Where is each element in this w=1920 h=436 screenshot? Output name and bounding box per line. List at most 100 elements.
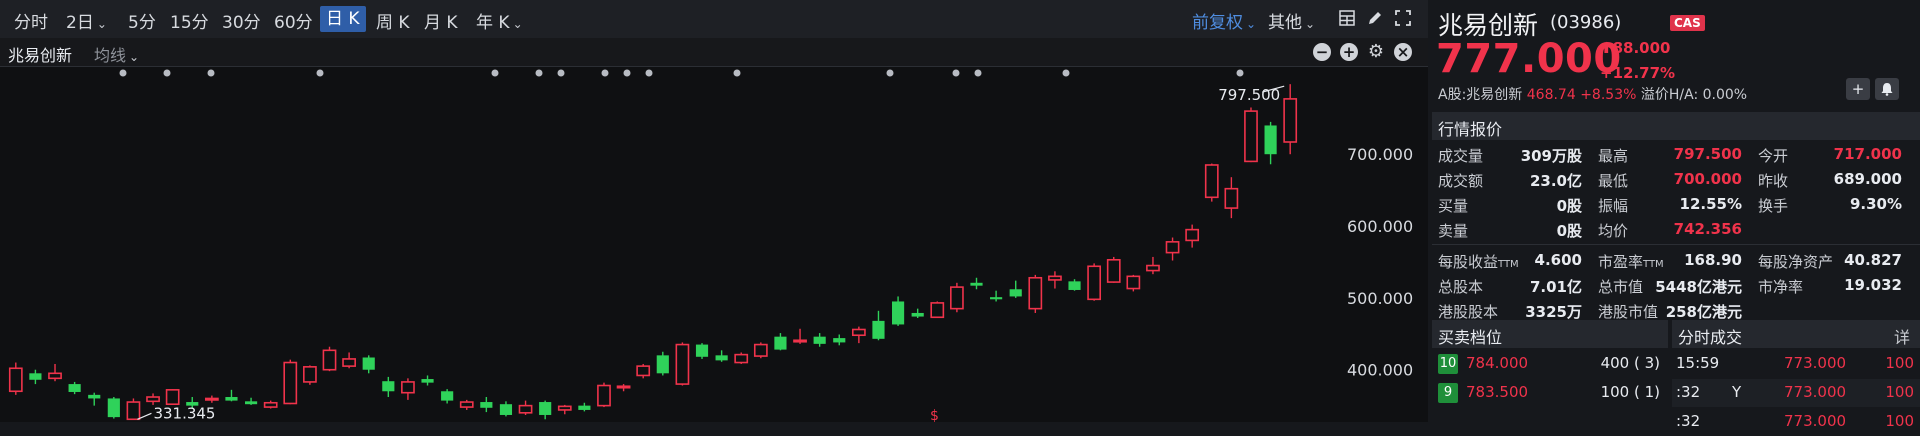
candle-body[interactable] <box>1146 264 1160 272</box>
candle-body[interactable] <box>851 328 866 337</box>
candle-body[interactable] <box>1106 259 1121 283</box>
event-dot[interactable] <box>886 69 894 77</box>
candle-body[interactable] <box>146 396 160 403</box>
candle-body[interactable] <box>1068 281 1081 290</box>
settings-gear-icon[interactable]: ⚙ <box>1367 43 1385 61</box>
candle-body[interactable] <box>675 343 690 385</box>
interval-2day[interactable]: 2日 ⌄ <box>66 8 107 33</box>
event-dot[interactable] <box>623 69 631 77</box>
candle-body[interactable] <box>1126 275 1141 290</box>
dividend-marker[interactable]: $ <box>930 408 939 422</box>
candle-body[interactable] <box>1165 241 1180 254</box>
candle-body[interactable] <box>872 320 885 339</box>
interval-timeshare[interactable]: 分时 <box>14 8 48 33</box>
zoom-in-icon[interactable]: + <box>1340 43 1358 61</box>
candle-body[interactable] <box>480 402 493 408</box>
candle-body[interactable] <box>557 405 572 411</box>
interval-day-k[interactable]: 日 K <box>320 6 366 32</box>
candle-body[interactable] <box>342 358 356 367</box>
candle-body[interactable] <box>970 282 983 286</box>
candle-body[interactable] <box>244 401 258 405</box>
interval-60min[interactable]: 60分 <box>274 8 313 33</box>
event-dot[interactable] <box>557 69 565 77</box>
candle-body[interactable] <box>1264 125 1277 155</box>
interval-15min[interactable]: 15分 <box>170 8 209 33</box>
other-dropdown[interactable]: 其他 ⌄ <box>1268 8 1315 33</box>
candle-body[interactable] <box>225 397 238 401</box>
interval-week-k[interactable]: 周 K <box>376 8 410 33</box>
close-icon[interactable]: × <box>1394 43 1412 61</box>
candle-body[interactable] <box>990 297 1003 300</box>
candle-body[interactable] <box>1028 276 1043 310</box>
candle-body[interactable] <box>303 366 317 383</box>
event-dot[interactable] <box>1062 69 1070 77</box>
alert-bell-icon[interactable] <box>1875 78 1899 100</box>
ma-dropdown[interactable]: 均线 ⌄ <box>94 42 139 66</box>
candle-body[interactable] <box>441 391 454 401</box>
candle-body[interactable] <box>578 405 591 410</box>
candle-body[interactable] <box>833 338 846 343</box>
add-watchlist-button[interactable]: + <box>1846 78 1870 100</box>
a-share-label[interactable]: A股:兆易创新 <box>1438 87 1522 103</box>
candle-body[interactable] <box>753 343 768 357</box>
event-dot[interactable] <box>207 69 215 77</box>
candle-body[interactable] <box>1185 228 1200 242</box>
event-dot[interactable] <box>535 69 543 77</box>
event-dot[interactable] <box>119 69 127 77</box>
interval-year-k[interactable]: 年 K ⌄ <box>476 8 523 33</box>
candle-body[interactable] <box>715 355 728 361</box>
candle-body[interactable] <box>283 361 298 405</box>
interval-30min[interactable]: 30分 <box>222 8 261 33</box>
candle-body[interactable] <box>1048 275 1062 281</box>
candle-body[interactable] <box>459 401 474 408</box>
candle-body[interactable] <box>499 404 513 415</box>
candle-body[interactable] <box>1087 265 1102 301</box>
event-dot[interactable] <box>1236 69 1244 77</box>
candle-body[interactable] <box>813 336 826 344</box>
candle-body[interactable] <box>636 365 651 377</box>
candle-body[interactable] <box>421 379 434 383</box>
candle-body[interactable] <box>1009 289 1022 297</box>
candle-body[interactable] <box>88 394 101 399</box>
candle-body[interactable] <box>539 402 552 415</box>
candle-body[interactable] <box>382 381 395 392</box>
candle-body[interactable] <box>263 401 278 408</box>
interval-5min[interactable]: 5分 <box>128 8 156 33</box>
candle-body[interactable] <box>911 312 924 317</box>
candle-body[interactable] <box>1224 187 1239 209</box>
candle-body[interactable] <box>930 302 945 319</box>
candle-body[interactable] <box>68 384 81 392</box>
candle-body[interactable] <box>204 397 219 401</box>
candle-body[interactable] <box>8 367 23 393</box>
candle-body[interactable] <box>518 404 533 414</box>
adjust-dropdown[interactable]: 前复权 ⌄ <box>1192 8 1256 33</box>
candle-body[interactable] <box>107 398 120 418</box>
event-dot[interactable] <box>163 69 171 77</box>
candle-body[interactable] <box>616 385 631 389</box>
trades-detail-link[interactable]: 详 <box>1894 324 1910 348</box>
event-dot[interactable] <box>974 69 982 77</box>
event-dot[interactable] <box>733 69 741 77</box>
event-dot[interactable] <box>645 69 653 77</box>
candle-body[interactable] <box>950 286 964 310</box>
layout-grid-icon[interactable] <box>1338 10 1356 28</box>
candle-body[interactable] <box>48 372 62 380</box>
zoom-out-icon[interactable]: − <box>1313 43 1331 61</box>
candle-body[interactable] <box>322 349 337 371</box>
candle-body[interactable] <box>1204 164 1219 199</box>
candle-body[interactable] <box>695 344 709 357</box>
candlestick-chart[interactable]: 700.000 600.000 500.000 400.000 797.500 331.… <box>0 66 1428 422</box>
candle-body[interactable] <box>656 355 669 374</box>
candle-body[interactable] <box>401 381 415 394</box>
candle-body[interactable] <box>597 384 611 407</box>
candle-body[interactable] <box>29 373 42 380</box>
candle-body[interactable] <box>891 301 905 325</box>
candle-body[interactable] <box>126 401 141 421</box>
candle-body[interactable] <box>734 353 749 364</box>
candle-body[interactable] <box>165 389 180 405</box>
fullscreen-icon[interactable] <box>1394 10 1412 28</box>
draw-pen-icon[interactable] <box>1366 10 1384 28</box>
orderbook-row[interactable]: 10 784.000 400 ( 3) <box>1432 350 1666 378</box>
candle-body[interactable] <box>774 336 787 350</box>
event-dot[interactable] <box>316 69 324 77</box>
